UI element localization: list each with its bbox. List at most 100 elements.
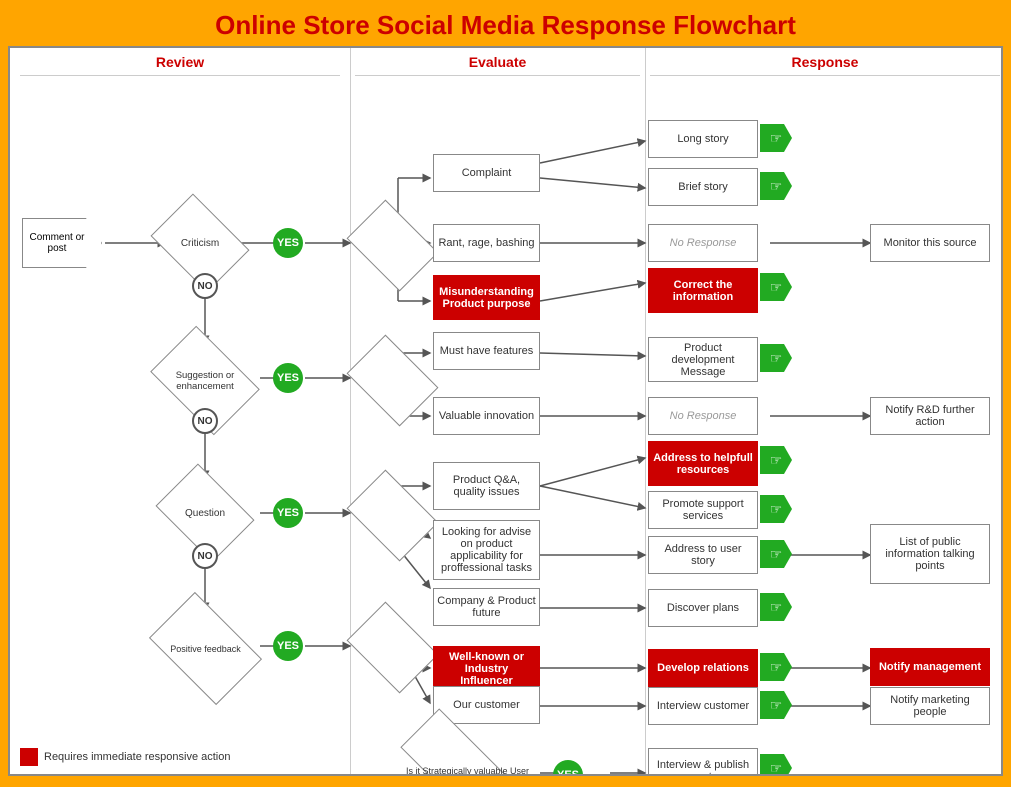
misunderstanding-box: Misunderstanding Product purpose — [433, 275, 540, 320]
long-story-hand[interactable]: ☞ — [760, 124, 792, 152]
notify-mgmt-box: Notify management — [870, 648, 990, 686]
notify-mgmt-label: Notify management — [879, 661, 981, 673]
correct-info-label: Correct the information — [652, 279, 754, 303]
suggestion-no-circle: NO — [192, 408, 218, 434]
rant-label: Rant, rage, bashing — [438, 237, 534, 249]
brief-story-hand[interactable]: ☞ — [760, 172, 792, 200]
well-known-box: Well-known or Industry Influencer — [433, 646, 540, 691]
criticism-no-label: NO — [198, 281, 213, 292]
col-header-response: Response — [650, 48, 1000, 76]
product-qa-box: Product Q&A, quality issues — [433, 462, 540, 510]
discover-plans-box: Discover plans — [648, 589, 758, 627]
list-public-label: List of public information talking point… — [874, 536, 986, 572]
product-dev-box: Product development Message — [648, 337, 758, 382]
promote-support-label: Promote support services — [652, 498, 754, 522]
suggestion-label: Suggestion or enhancement — [160, 370, 250, 392]
suggestion-yes-label: YES — [277, 372, 299, 384]
interview-publish-label: Interview & publish user story — [652, 759, 754, 777]
monitor-source-box: Monitor this source — [870, 224, 990, 262]
brief-story-label: Brief story — [678, 181, 728, 193]
address-helpful-box: Address to helpfull resources — [648, 441, 758, 486]
looking-advise-label: Looking for advise on product applicabil… — [437, 526, 536, 574]
no-response-2-box: No Response — [648, 397, 758, 435]
divider-1 — [350, 48, 351, 774]
product-dev-label: Product development Message — [652, 342, 754, 378]
monitor-source-label: Monitor this source — [884, 237, 977, 249]
address-helpful-label: Address to helpfull resources — [652, 452, 754, 476]
address-user-hand[interactable]: ☞ — [760, 540, 792, 568]
suggestion-no-label: NO — [198, 416, 213, 427]
suggestion-yes-circle: YES — [273, 363, 303, 393]
develop-relations-label: Develop relations — [657, 662, 749, 674]
criticism-yes-label: YES — [277, 237, 299, 249]
company-future-label: Company & Product future — [437, 595, 536, 619]
our-customer-label: Our customer — [453, 699, 520, 711]
must-have-box: Must have features — [433, 332, 540, 370]
question-no-label: NO — [198, 551, 213, 562]
interview-customer-label: Interview customer — [657, 700, 749, 712]
develop-relations-hand[interactable]: ☞ — [760, 653, 792, 681]
correct-info-hand[interactable]: ☞ — [760, 273, 792, 301]
promote-support-hand[interactable]: ☞ — [760, 495, 792, 523]
notify-rd-box: Notify R&D further action — [870, 397, 990, 435]
strategically-label: Is it Strategically valuable User Story? — [402, 766, 533, 777]
positive-yes-circle: YES — [273, 631, 303, 661]
list-public-box: List of public information talking point… — [870, 524, 990, 584]
eval-criticism-diamond — [355, 218, 430, 273]
notify-rd-label: Notify R&D further action — [874, 404, 986, 428]
looking-advise-box: Looking for advise on product applicabil… — [433, 520, 540, 580]
interview-customer-box: Interview customer — [648, 687, 758, 725]
comment-post-label: Comment or post — [23, 232, 101, 254]
long-story-box: Long story — [648, 120, 758, 158]
suggestion-diamond: Suggestion or enhancement — [160, 348, 250, 413]
main-container: Online Store Social Media Response Flowc… — [0, 0, 1011, 787]
eval-question-diamond — [355, 488, 430, 543]
notify-marketing-box: Notify marketing people — [870, 687, 990, 725]
question-yes-circle: YES — [273, 498, 303, 528]
page-title: Online Store Social Media Response Flowc… — [0, 0, 1011, 46]
question-no-circle: NO — [192, 543, 218, 569]
interview-publish-box: Interview & publish user story — [648, 748, 758, 776]
complaint-box: Complaint — [433, 154, 540, 192]
legend-red-box — [20, 748, 38, 766]
legend-text: Requires immediate responsive action — [44, 751, 230, 763]
product-qa-label: Product Q&A, quality issues — [437, 474, 536, 498]
interview-publish-hand[interactable]: ☞ — [760, 754, 792, 776]
product-dev-hand[interactable]: ☞ — [760, 344, 792, 372]
valuable-box: Valuable innovation — [433, 397, 540, 435]
strategically-yes-label: YES — [557, 769, 579, 776]
eval-positive-diamond — [355, 620, 430, 675]
chart-area: Review Evaluate Response — [8, 46, 1003, 776]
criticism-no-circle: NO — [192, 273, 218, 299]
brief-story-box: Brief story — [648, 168, 758, 206]
interview-customer-hand[interactable]: ☞ — [760, 691, 792, 719]
promote-support-box: Promote support services — [648, 491, 758, 529]
must-have-label: Must have features — [440, 345, 534, 357]
correct-info-box: Correct the information — [648, 268, 758, 313]
address-user-box: Address to user story — [648, 536, 758, 574]
strategically-diamond: Is it Strategically valuable User Story? — [400, 748, 535, 776]
criticism-diamond: Criticism — [160, 213, 240, 273]
address-helpful-hand[interactable]: ☞ — [760, 446, 792, 474]
eval-suggestion-diamond — [355, 353, 430, 408]
comment-post-shape: Comment or post — [22, 218, 102, 268]
question-label: Question — [185, 508, 225, 519]
address-user-label: Address to user story — [652, 543, 754, 567]
question-diamond: Question — [165, 483, 245, 543]
valuable-label: Valuable innovation — [439, 410, 534, 422]
discover-plans-hand[interactable]: ☞ — [760, 593, 792, 621]
criticism-yes-circle: YES — [273, 228, 303, 258]
misunderstanding-label: Misunderstanding Product purpose — [437, 286, 536, 310]
discover-plans-label: Discover plans — [667, 602, 739, 614]
complaint-label: Complaint — [462, 167, 512, 179]
well-known-label: Well-known or Industry Influencer — [437, 651, 536, 687]
no-response-1-label: No Response — [670, 237, 737, 249]
no-response-1-box: No Response — [648, 224, 758, 262]
develop-relations-box: Develop relations — [648, 649, 758, 687]
divider-2 — [645, 48, 646, 774]
col-header-review: Review — [20, 48, 340, 76]
long-story-label: Long story — [677, 133, 728, 145]
criticism-label: Criticism — [181, 238, 219, 249]
strategically-yes-circle: YES — [553, 760, 583, 776]
positive-feedback-label: Positive feedback — [170, 644, 241, 654]
